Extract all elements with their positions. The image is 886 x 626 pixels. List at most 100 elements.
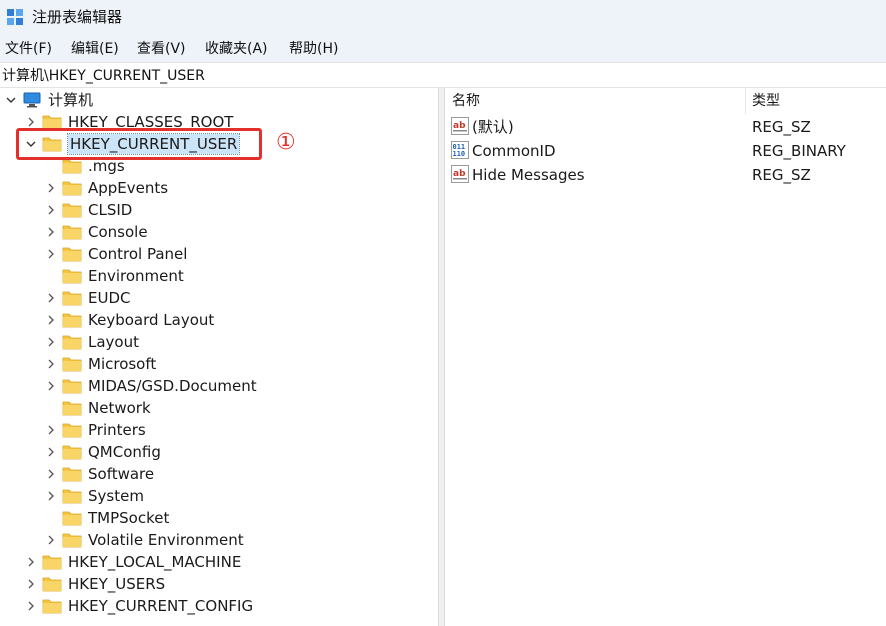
tree-label-computer: 计算机	[48, 91, 94, 109]
tree-node-console[interactable]: Console	[44, 221, 148, 243]
chevron-right-icon[interactable]	[44, 357, 58, 371]
chevron-right-icon[interactable]	[44, 247, 58, 261]
tree-node-clsid[interactable]: CLSID	[44, 199, 132, 221]
folder-icon	[62, 247, 82, 262]
tree-node-control-panel[interactable]: Control Panel	[44, 243, 187, 265]
chevron-down-icon[interactable]	[4, 93, 18, 107]
value-type: REG_BINARY	[752, 142, 846, 160]
string-value-icon: ab	[451, 165, 469, 183]
chevron-right-icon[interactable]	[44, 313, 58, 327]
tree-node-layout[interactable]: Layout	[44, 331, 139, 353]
chevron-right-icon[interactable]	[44, 379, 58, 393]
folder-icon	[42, 599, 62, 614]
tree-label-hkey-local-machine: HKEY_LOCAL_MACHINE	[68, 553, 242, 571]
key-tree-pane[interactable]: 计算机 HKEY_CLASSES_ROOT HKEY_CURRENT_USER …	[0, 88, 438, 626]
chevron-right-icon[interactable]	[44, 423, 58, 437]
folder-icon	[62, 181, 82, 196]
tree-node-hkey-current-config[interactable]: HKEY_CURRENT_CONFIG	[24, 595, 253, 617]
chevron-right-icon[interactable]	[24, 115, 38, 129]
column-divider[interactable]	[745, 88, 746, 114]
tree-node-computer[interactable]: 计算机	[4, 89, 93, 111]
tree-label: Volatile Environment	[88, 531, 244, 549]
folder-icon	[62, 511, 82, 526]
value-row[interactable]: 011 110 CommonID REG_BINARY	[445, 139, 886, 163]
values-list-pane[interactable]: 名称 类型 ab (默认) REG_SZ 011 110 CommonID RE…	[445, 88, 886, 626]
tree-node-appevents[interactable]: AppEvents	[44, 177, 168, 199]
string-value-icon: ab	[451, 117, 469, 135]
chevron-right-icon[interactable]	[44, 335, 58, 349]
tree-node-network[interactable]: Network	[44, 397, 151, 419]
folder-icon	[62, 225, 82, 240]
menu-edit[interactable]: 编辑(E)	[71, 40, 119, 58]
tree-label: Control Panel	[88, 245, 188, 263]
chevron-right-icon[interactable]	[44, 533, 58, 547]
chevron-right-icon[interactable]	[24, 599, 38, 613]
menu-view[interactable]: 查看(V)	[137, 40, 186, 58]
tree-label: TMPSocket	[88, 509, 170, 527]
tree-label: System	[88, 487, 144, 505]
folder-icon	[62, 269, 82, 284]
chevron-right-icon[interactable]	[24, 577, 38, 591]
svg-text:110: 110	[453, 150, 466, 158]
menu-bar: 文件(F) 编辑(E) 查看(V) 收藏夹(A) 帮助(H)	[0, 36, 886, 62]
tree-node-midas-gsd-document[interactable]: MIDAS/GSD.Document	[44, 375, 257, 397]
tree-label: Console	[88, 223, 148, 241]
pane-splitter[interactable]	[438, 88, 445, 626]
chevron-right-icon[interactable]	[44, 445, 58, 459]
tree-node-keyboard-layout[interactable]: Keyboard Layout	[44, 309, 214, 331]
column-header-type[interactable]: 类型	[752, 92, 780, 110]
tree-node-tmpsocket[interactable]: TMPSocket	[44, 507, 169, 529]
address-bar[interactable]: 计算机\HKEY_CURRENT_USER	[0, 62, 886, 88]
tree-node-qmconfig[interactable]: QMConfig	[44, 441, 161, 463]
folder-icon	[62, 357, 82, 372]
tree-label: Microsoft	[88, 355, 157, 373]
chevron-right-icon[interactable]	[44, 291, 58, 305]
folder-icon	[62, 489, 82, 504]
column-header-name[interactable]: 名称	[452, 92, 480, 110]
chevron-right-icon[interactable]	[44, 203, 58, 217]
tree-node-microsoft[interactable]: Microsoft	[44, 353, 156, 375]
binary-value-icon: 011 110	[451, 141, 469, 159]
folder-icon	[62, 467, 82, 482]
tree-node-eudc[interactable]: EUDC	[44, 287, 130, 309]
tree-label: EUDC	[88, 289, 131, 307]
chevron-right-icon[interactable]	[44, 181, 58, 195]
tree-label-hkey-users: HKEY_USERS	[68, 575, 166, 593]
tree-node-volatile-environment[interactable]: Volatile Environment	[44, 529, 244, 551]
svg-text:ab: ab	[453, 121, 466, 131]
address-path[interactable]: 计算机\HKEY_CURRENT_USER	[2, 67, 205, 85]
tree-label-hkey-current-config: HKEY_CURRENT_CONFIG	[68, 597, 254, 615]
tree-node-system[interactable]: System	[44, 485, 144, 507]
chevron-right-icon[interactable]	[44, 467, 58, 481]
tree-label: Network	[88, 399, 151, 417]
tree-node-hkey-local-machine[interactable]: HKEY_LOCAL_MACHINE	[24, 551, 241, 573]
tree-node-software[interactable]: Software	[44, 463, 154, 485]
value-name: (默认)	[472, 118, 514, 136]
chevron-right-icon[interactable]	[24, 555, 38, 569]
folder-icon	[62, 379, 82, 394]
value-row[interactable]: ab (默认) REG_SZ	[445, 115, 886, 139]
value-type: REG_SZ	[752, 166, 811, 184]
tree-node-printers[interactable]: Printers	[44, 419, 146, 441]
folder-icon	[62, 423, 82, 438]
chevron-right-icon[interactable]	[44, 225, 58, 239]
annotation-highlight-box	[16, 128, 262, 160]
value-name: Hide Messages	[472, 166, 585, 184]
folder-icon	[62, 313, 82, 328]
menu-file[interactable]: 文件(F)	[5, 40, 52, 58]
value-row[interactable]: ab Hide Messages REG_SZ	[445, 163, 886, 187]
tree-node-environment[interactable]: Environment	[44, 265, 184, 287]
annotation-step-number: ①	[276, 130, 296, 155]
window-title: 注册表编辑器	[32, 8, 123, 26]
chevron-right-icon[interactable]	[44, 489, 58, 503]
menu-favorites[interactable]: 收藏夹(A)	[205, 40, 268, 58]
tree-node-hkey-users[interactable]: HKEY_USERS	[24, 573, 165, 595]
folder-icon	[42, 577, 62, 592]
value-name: CommonID	[472, 142, 556, 160]
svg-text:ab: ab	[453, 169, 466, 179]
menu-help[interactable]: 帮助(H)	[289, 40, 338, 58]
